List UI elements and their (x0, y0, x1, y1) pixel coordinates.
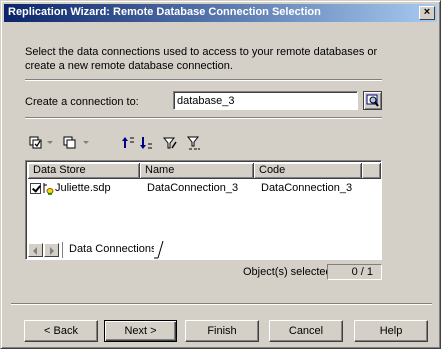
back-button[interactable]: < Back (24, 320, 98, 342)
column-header-name[interactable]: Name (140, 163, 254, 179)
cell-data-store: Juliette.sdp (28, 182, 140, 195)
description-text: Select the data connections used to acce… (25, 45, 385, 73)
tab-scroll-left-button[interactable] (28, 243, 43, 257)
data-connections-grid[interactable]: Data Store Name Code Juliette.sdp DataCo… (25, 160, 382, 260)
chevron-right-icon (50, 247, 54, 255)
connection-input[interactable] (173, 91, 358, 110)
separator (25, 117, 382, 119)
sheet-tab-strip: Data Connections (28, 241, 381, 259)
grid-header: Data Store Name Code (28, 163, 381, 179)
row-checkbox[interactable] (30, 182, 41, 194)
window-title: Replication Wizard: Remote Database Conn… (8, 6, 321, 18)
search-icon (366, 94, 379, 107)
help-button[interactable]: Help (354, 320, 428, 342)
tab-edge (154, 241, 164, 259)
separator (25, 79, 382, 81)
cell-code: DataConnection_3 (261, 182, 353, 194)
browse-connection-button[interactable] (363, 91, 382, 110)
column-header-data-store[interactable]: Data Store (28, 163, 140, 179)
cancel-button[interactable]: Cancel (269, 320, 343, 342)
tab-scroll-right-button[interactable] (44, 243, 59, 257)
deselect-all-icon[interactable] (63, 136, 77, 150)
table-row[interactable]: Juliette.sdp DataConnection_3 DataConnec… (28, 180, 362, 196)
next-button[interactable]: Next > (104, 320, 177, 342)
close-icon: × (423, 6, 431, 18)
data-store-value: Juliette.sdp (55, 182, 111, 194)
deselect-all-dropdown-icon[interactable] (83, 141, 89, 144)
chevron-left-icon (33, 247, 37, 255)
select-all-icon[interactable] (29, 136, 43, 150)
clear-filter-icon[interactable] (187, 136, 201, 150)
select-all-dropdown-icon[interactable] (47, 141, 53, 144)
separator (11, 303, 432, 305)
wizard-window: Replication Wizard: Remote Database Conn… (0, 0, 441, 349)
column-header-code[interactable]: Code (254, 163, 362, 179)
description-line-2: create a new remote database connection. (25, 60, 233, 72)
tab-data-connections[interactable]: Data Connections (62, 242, 165, 258)
column-header-filler (362, 163, 381, 179)
finish-button[interactable]: Finish (185, 320, 259, 342)
cell-name: DataConnection_3 (147, 182, 239, 194)
filter-icon[interactable] (163, 136, 177, 150)
objects-selected-label: Object(s) selected: (243, 266, 335, 278)
data-store-icon (43, 182, 54, 195)
move-down-icon[interactable] (139, 136, 153, 150)
description-line-1: Select the data connections used to acce… (25, 46, 378, 58)
objects-selected-value: 0 / 1 (327, 264, 382, 280)
title-bar[interactable]: Replication Wizard: Remote Database Conn… (4, 4, 437, 22)
move-up-icon[interactable] (121, 136, 135, 150)
connection-label: Create a connection to: (25, 96, 139, 108)
close-button[interactable]: × (419, 6, 435, 20)
